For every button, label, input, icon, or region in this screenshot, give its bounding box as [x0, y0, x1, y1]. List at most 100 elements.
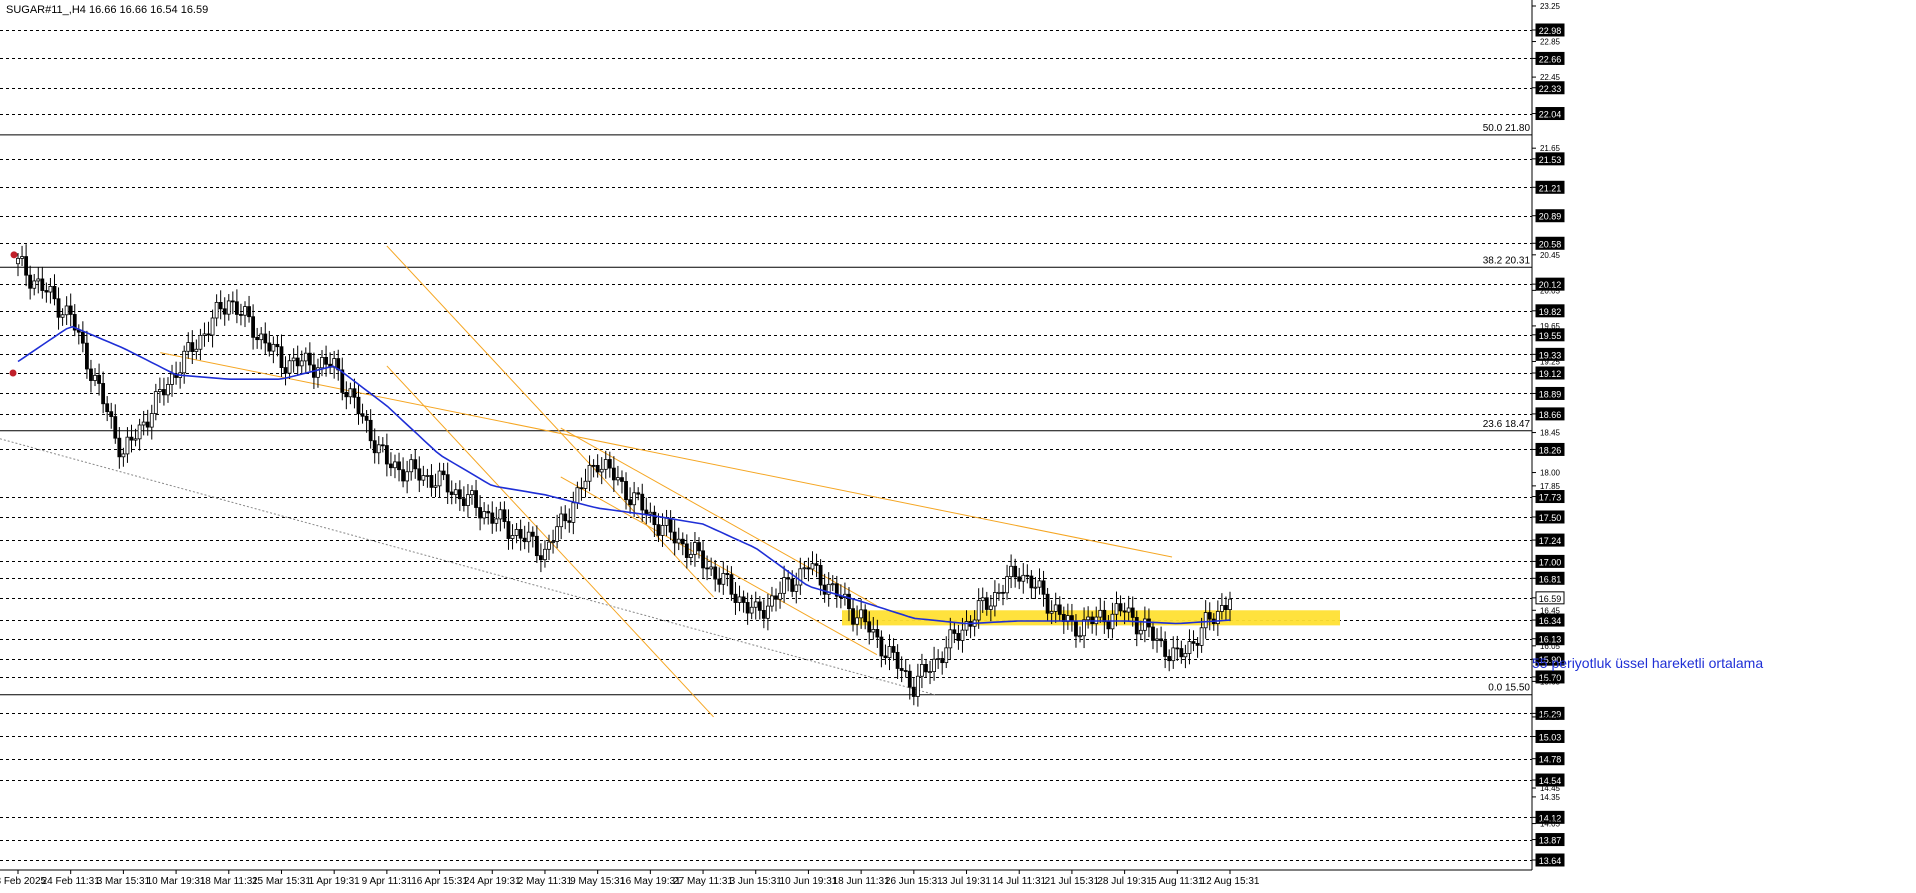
candle-body: [255, 336, 260, 341]
candle-body: [466, 494, 470, 507]
candle-body: [721, 573, 726, 585]
candle-body: [133, 438, 138, 441]
candle-body: [417, 468, 422, 481]
candle-body: [688, 553, 693, 558]
time-tick-label: 12 Aug 15:31: [1201, 876, 1260, 887]
candle-body: [980, 597, 985, 602]
fibonacci-label: 50.0 21.80: [1483, 123, 1531, 134]
price-chart[interactable]: 50.0 21.8038.2 20.3123.6 18.470.0 15.50 …: [0, 0, 1916, 888]
candle-body: [1171, 647, 1176, 662]
candle-body: [1086, 616, 1091, 621]
candle-body: [782, 577, 787, 594]
candle-body: [1138, 629, 1143, 635]
price-label: 19.12: [1539, 369, 1562, 379]
candle-body: [903, 670, 908, 672]
channel-line: [386, 365, 714, 718]
chart-area[interactable]: 50.0 21.80 38.2 20.31 23.6 18.47 0.0 15.50 …: [0, 0, 1916, 888]
candle-body: [1199, 627, 1204, 646]
candle-body: [425, 475, 430, 477]
candle-body: [1151, 626, 1155, 641]
price-label: 18.66: [1539, 410, 1562, 420]
candle-body: [137, 424, 142, 440]
time-tick-label: 1 Apr 19:31: [309, 876, 361, 887]
candle-body: [1219, 605, 1224, 612]
candle-body: [786, 577, 791, 580]
candle-body: [490, 512, 495, 524]
candle-body: [628, 499, 632, 506]
candle-body: [498, 509, 503, 520]
candle-body: [1224, 605, 1228, 611]
candle-body: [486, 511, 491, 514]
candle-body: [372, 440, 377, 454]
price-label: 20.58: [1539, 239, 1562, 249]
time-tick-label: 10 Mar 19:31: [147, 876, 206, 887]
candle-body: [899, 668, 904, 671]
candle-body: [644, 509, 649, 515]
candle-body: [1142, 618, 1147, 631]
candle-body: [1203, 612, 1208, 629]
grid-lines: [0, 30, 1532, 861]
candle-body: [125, 436, 130, 455]
candle-body: [563, 513, 568, 522]
candle-body: [1114, 603, 1119, 615]
candle-body: [591, 464, 596, 467]
candle-body: [920, 663, 924, 677]
candle-body: [80, 331, 85, 344]
candle-body: [393, 461, 397, 469]
candle-body: [911, 686, 916, 697]
candle-body: [279, 346, 284, 368]
candle-body: [960, 629, 965, 641]
candle-body: [624, 481, 628, 501]
price-label: 16.59: [1539, 594, 1562, 604]
candle-body: [1187, 641, 1192, 654]
candle-body: [656, 524, 661, 536]
candle-body: [701, 550, 705, 569]
candle-body: [206, 333, 211, 336]
candle-body: [741, 596, 746, 603]
candle-body: [676, 538, 681, 544]
candle-body: [1005, 576, 1009, 594]
time-tick-label: 10 Jun 19:31: [780, 876, 838, 887]
candle-body: [295, 357, 300, 367]
candle-body: [97, 374, 101, 384]
candle-body: [109, 411, 114, 417]
price-tick-label: 15.65: [1540, 677, 1561, 686]
candle-body: [855, 617, 859, 625]
candle-body: [632, 492, 637, 506]
candle-body: [733, 593, 738, 603]
candle-body: [1155, 638, 1159, 641]
candle-body: [944, 647, 949, 664]
time-tick-label: 3 Mar 15:31: [97, 876, 151, 887]
candle-body: [571, 502, 576, 523]
fibonacci-label: 23.6 18.47: [1483, 419, 1531, 430]
candle-body: [749, 606, 754, 614]
price-label: 19.82: [1539, 307, 1562, 317]
candle-body: [482, 511, 487, 519]
price-label: 19.55: [1539, 331, 1562, 341]
candle-body: [247, 306, 251, 318]
candle-body: [948, 629, 953, 649]
time-tick-label: 25 Mar 15:31: [252, 876, 311, 887]
candle-body: [20, 256, 24, 259]
candle-body: [830, 583, 835, 586]
candle-body: [433, 485, 438, 488]
candle-body: [449, 491, 454, 495]
candle-body: [162, 389, 166, 396]
price-label: 15.03: [1539, 732, 1562, 742]
candle-body: [774, 595, 778, 600]
candle-body: [324, 356, 328, 365]
candle-body: [640, 493, 645, 511]
price-label: 21.53: [1539, 155, 1562, 165]
time-tick-label: 21 Jul 15:31: [1045, 876, 1100, 887]
candle-body: [915, 675, 920, 697]
candle-body: [307, 352, 312, 366]
candle-body: [429, 475, 434, 488]
candle-body: [1207, 612, 1212, 620]
candle-body: [567, 520, 572, 523]
price-tick-label: 22.45: [1540, 73, 1561, 82]
candle-body: [895, 651, 900, 669]
candle-body: [89, 368, 93, 381]
price-tick-label: 18.00: [1540, 469, 1561, 478]
candle-body: [907, 670, 912, 688]
candle-body: [344, 392, 349, 398]
